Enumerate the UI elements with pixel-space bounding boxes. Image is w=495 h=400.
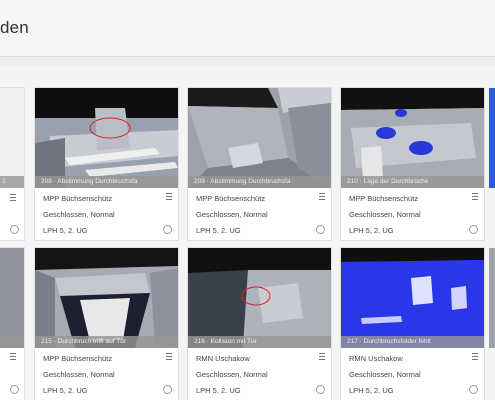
- menu-icon[interactable]: [472, 353, 478, 360]
- issue-status: Geschlossen, Normal: [196, 210, 268, 219]
- issue-caption: 217 · Durchbruchsfolder fehlt: [341, 336, 484, 348]
- select-radio[interactable]: [316, 385, 325, 394]
- menu-icon[interactable]: [166, 353, 172, 360]
- issue-phase: LPH 5, 2. UG: [196, 386, 241, 395]
- select-radio[interactable]: [163, 385, 172, 394]
- issue-status: Geschlossen, Normal: [43, 370, 115, 379]
- issue-status: Geschlossen, Normal: [43, 210, 115, 219]
- issue-author: RMN Uschakow: [196, 354, 250, 363]
- issue-thumbnail[interactable]: [35, 88, 178, 188]
- issue-card-partial[interactable]: 2: [0, 88, 24, 240]
- issue-caption: 2: [0, 176, 24, 188]
- issue-card-partial[interactable]: [0, 248, 24, 400]
- issue-author: MPP Büchsenschütz: [43, 354, 113, 363]
- issue-grid: 2 208 · Abstimmung Durchbruchsfa MPP Büc…: [0, 66, 495, 400]
- issue-thumbnail[interactable]: [341, 88, 484, 188]
- issue-phase: LPH 5, 2. UG: [43, 226, 88, 235]
- select-radio[interactable]: [469, 385, 478, 394]
- issue-card[interactable]: 210 · Lage der Durchbrüche MPP Büchsensc…: [341, 88, 484, 240]
- menu-icon[interactable]: [10, 353, 16, 360]
- issue-status: Geschlossen, Normal: [196, 370, 268, 379]
- issue-card-partial[interactable]: [489, 248, 495, 348]
- issue-author: MPP Büchsenschütz: [43, 194, 113, 203]
- issue-author: MPP Büchsenschütz: [196, 194, 266, 203]
- issue-phase: LPH 5, 2. UG: [349, 386, 394, 395]
- menu-icon[interactable]: [319, 353, 325, 360]
- issue-thumbnail[interactable]: [188, 248, 331, 348]
- issue-card[interactable]: 208 · Abstimmung Durchbruchsfa MPP Büchs…: [35, 88, 178, 240]
- issue-caption: 208 · Abstimmung Durchbruchsfa: [35, 176, 178, 188]
- menu-icon[interactable]: [319, 193, 325, 200]
- issue-thumbnail[interactable]: [341, 248, 484, 348]
- select-radio[interactable]: [10, 225, 19, 234]
- menu-icon[interactable]: [472, 193, 478, 200]
- issue-status: Geschlossen, Normal: [349, 370, 421, 379]
- issue-caption: [0, 336, 24, 348]
- issue-card-partial[interactable]: [489, 88, 495, 188]
- select-radio[interactable]: [316, 225, 325, 234]
- issue-caption: 210 · Lage der Durchbrüche: [341, 176, 484, 188]
- issue-status: Geschlossen, Normal: [349, 210, 421, 219]
- page-title: den: [0, 18, 29, 37]
- issue-card[interactable]: 217 · Durchbruchsfolder fehlt RMN Uschak…: [341, 248, 484, 400]
- issue-caption: 216 · Kollision mit Tür: [188, 336, 331, 348]
- issue-phase: LPH 5, 2. UG: [43, 386, 88, 395]
- issue-phase: LPH 5, 2. UG: [196, 226, 241, 235]
- select-radio[interactable]: [163, 225, 172, 234]
- menu-icon[interactable]: [10, 194, 16, 201]
- issue-thumbnail: [0, 88, 24, 188]
- issue-thumbnail[interactable]: [188, 88, 331, 188]
- issue-card[interactable]: 215 · Durchbruch trifft auf Tür MPP Büch…: [35, 248, 178, 400]
- issue-phase: LPH 5, 2. UG: [349, 226, 394, 235]
- issue-thumbnail: [0, 248, 24, 348]
- issue-caption: 215 · Durchbruch trifft auf Tür: [35, 336, 178, 348]
- select-radio[interactable]: [469, 225, 478, 234]
- issue-caption: 209 · Abstimmung Durchbruchsfa: [188, 176, 331, 188]
- issue-author: MPP Büchsenschütz: [349, 194, 419, 203]
- page-header: den: [0, 0, 495, 57]
- issue-card[interactable]: 209 · Abstimmung Durchbruchsfa MPP Büchs…: [188, 88, 331, 240]
- menu-icon[interactable]: [166, 193, 172, 200]
- issue-thumbnail[interactable]: [35, 248, 178, 348]
- select-radio[interactable]: [10, 385, 19, 394]
- issue-author: RMN Uschakow: [349, 354, 403, 363]
- issue-card[interactable]: 216 · Kollision mit Tür RMN Uschakow Ges…: [188, 248, 331, 400]
